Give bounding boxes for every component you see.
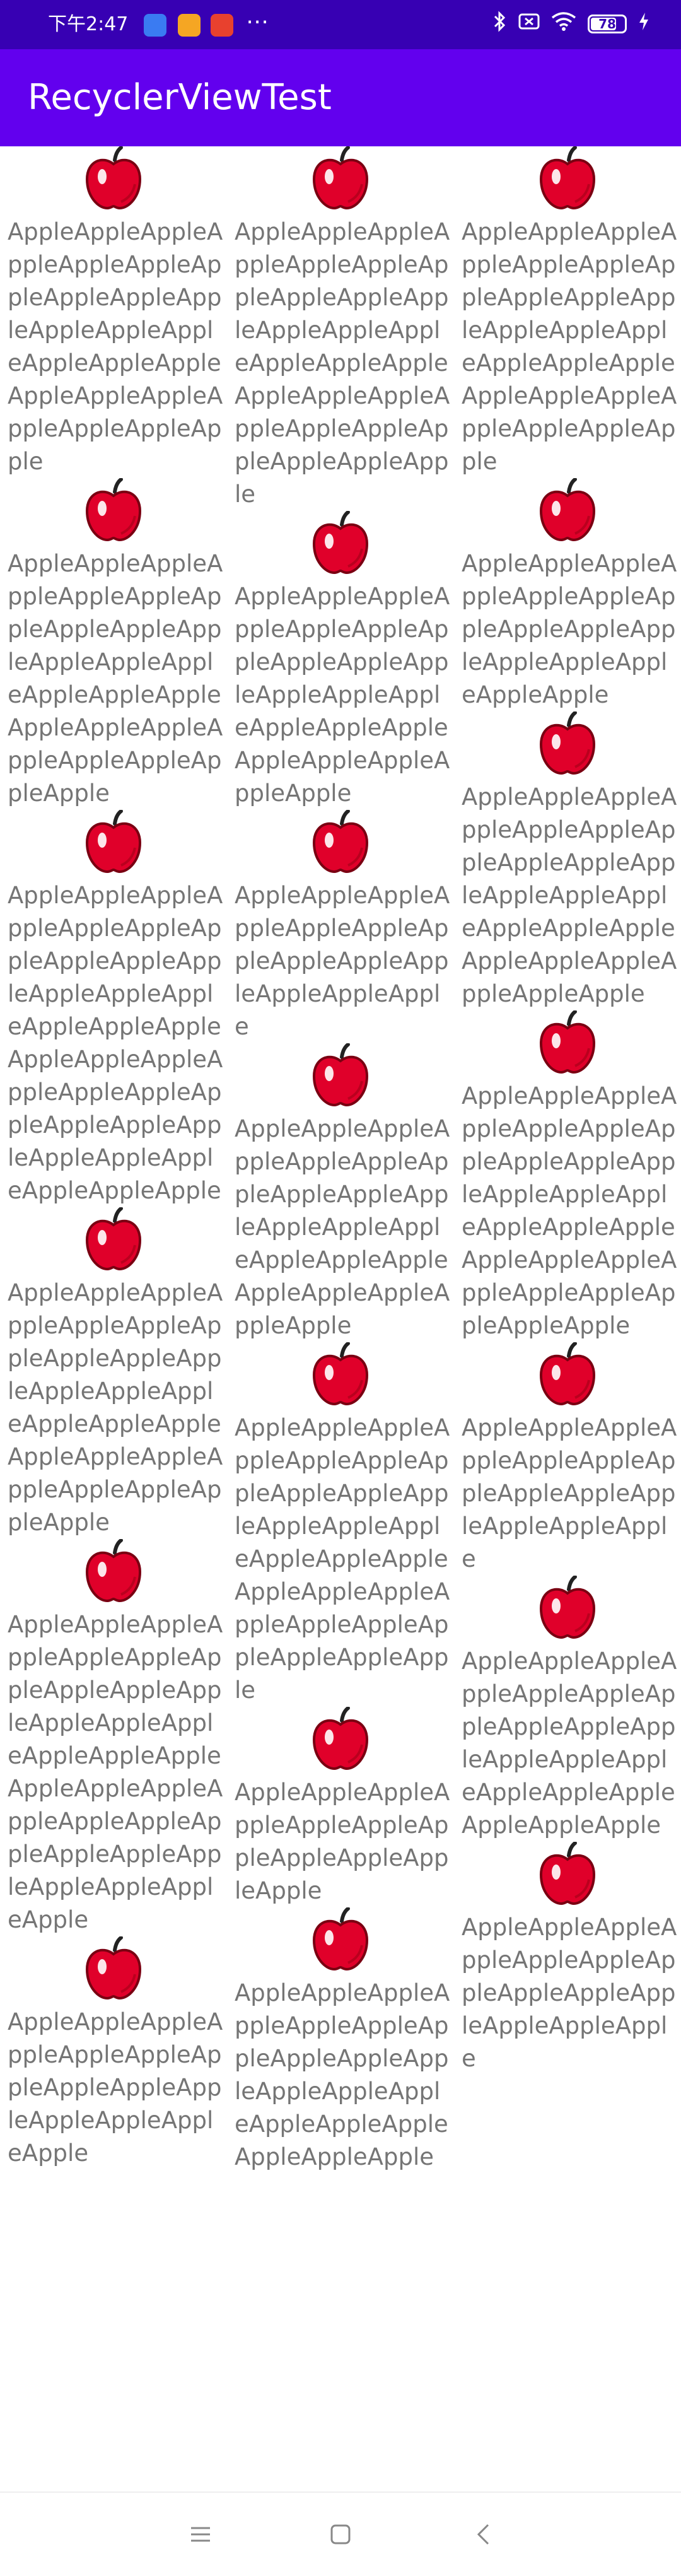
apple-icon <box>83 810 144 873</box>
list-item[interactable]: AppleAppleAppleAppleAppleAppleAppleApple… <box>454 1576 681 1842</box>
apple-icon <box>310 146 371 209</box>
battery-icon: 78 <box>588 15 627 33</box>
navigation-bar <box>0 2491 681 2576</box>
app-title: RecyclerViewTest <box>28 77 332 118</box>
app-bar: RecyclerViewTest <box>0 49 681 146</box>
status-icons: 78 <box>493 10 649 38</box>
bluetooth-icon <box>493 11 507 37</box>
list-item[interactable]: AppleAppleAppleAppleAppleAppleAppleApple… <box>227 1342 454 1707</box>
fruit-name: AppleAppleAppleAppleAppleAppleAppleApple… <box>235 218 450 508</box>
battery-level: 78 <box>598 16 616 32</box>
app-notification-icon-2 <box>178 14 201 37</box>
list-item[interactable]: AppleAppleAppleAppleAppleAppleAppleApple… <box>0 1936 227 2170</box>
fruit-name: AppleAppleAppleAppleAppleAppleAppleApple… <box>8 1279 223 1536</box>
fruit-name: AppleAppleAppleAppleAppleAppleAppleApple… <box>462 1648 677 1839</box>
fruit-name: AppleAppleAppleAppleAppleAppleAppleApple… <box>462 1414 677 1572</box>
apple-icon <box>537 1010 598 1074</box>
menu-icon[interactable] <box>182 2515 219 2553</box>
apple-icon <box>83 1539 144 1602</box>
fruit-name: AppleAppleAppleAppleAppleAppleAppleApple… <box>8 2008 223 2167</box>
list-item[interactable]: AppleAppleAppleAppleAppleAppleAppleApple… <box>454 1842 681 2075</box>
apple-icon <box>83 146 144 209</box>
list-item[interactable]: AppleAppleAppleAppleAppleAppleAppleApple… <box>227 1043 454 1342</box>
grid-column-3: AppleAppleAppleAppleAppleAppleAppleApple… <box>454 146 681 2075</box>
apple-icon <box>83 478 144 541</box>
charging-icon <box>638 12 649 36</box>
status-time: 下午2:47 <box>48 13 129 35</box>
apple-icon <box>310 1043 371 1106</box>
apple-icon <box>83 1207 144 1270</box>
fruit-name: AppleAppleAppleAppleAppleAppleAppleApple… <box>462 218 677 475</box>
fruit-name: AppleAppleAppleAppleAppleAppleAppleApple… <box>8 550 223 807</box>
list-item[interactable]: AppleAppleAppleAppleAppleAppleAppleApple… <box>0 1207 227 1539</box>
apple-icon <box>537 1576 598 1639</box>
list-item[interactable]: AppleAppleAppleAppleAppleAppleAppleApple… <box>0 1539 227 1936</box>
fruit-name: AppleAppleAppleAppleAppleAppleAppleApple… <box>235 1115 450 1339</box>
apple-icon <box>310 1342 371 1405</box>
fruit-name: AppleAppleAppleAppleAppleAppleAppleApple… <box>235 882 450 1040</box>
list-item[interactable]: AppleAppleAppleAppleAppleAppleAppleApple… <box>454 478 681 711</box>
wifi-icon <box>551 11 576 37</box>
fruit-name: AppleAppleAppleAppleAppleAppleAppleApple… <box>235 1979 450 2170</box>
list-item[interactable]: AppleAppleAppleAppleAppleAppleAppleApple… <box>227 810 454 1043</box>
list-item[interactable]: AppleAppleAppleAppleAppleAppleAppleApple… <box>454 1010 681 1342</box>
apple-icon <box>310 1707 371 1770</box>
apple-icon <box>537 146 598 209</box>
fruit-name: AppleAppleAppleAppleAppleAppleAppleApple… <box>462 1082 677 1339</box>
list-item[interactable]: AppleAppleAppleAppleAppleAppleAppleApple… <box>227 146 454 511</box>
list-item[interactable]: AppleAppleAppleAppleAppleAppleAppleApple… <box>0 146 227 478</box>
fruit-name: AppleAppleAppleAppleAppleAppleAppleApple… <box>235 1414 450 1704</box>
back-icon[interactable] <box>464 2515 502 2553</box>
apple-icon <box>310 810 371 873</box>
fruit-name: AppleAppleAppleAppleAppleAppleAppleApple… <box>8 218 223 475</box>
apple-icon <box>310 511 371 574</box>
apple-icon <box>537 1842 598 1905</box>
apple-icon <box>310 1907 371 1970</box>
apple-icon <box>83 1936 144 1999</box>
grid-column-1: AppleAppleAppleAppleAppleAppleAppleApple… <box>0 146 227 2170</box>
list-item[interactable]: AppleAppleAppleAppleAppleAppleAppleApple… <box>0 478 227 810</box>
status-bar: 下午2:47 ⋯ 78 <box>0 0 681 49</box>
list-item[interactable]: AppleAppleAppleAppleAppleAppleAppleApple… <box>454 1342 681 1576</box>
sim-icon <box>518 12 540 36</box>
apple-icon <box>537 1342 598 1405</box>
app-notification-icon-3 <box>211 14 233 37</box>
fruit-name: AppleAppleAppleAppleAppleAppleAppleApple… <box>8 882 223 1204</box>
list-item[interactable]: AppleAppleAppleAppleAppleAppleAppleApple… <box>227 1907 454 2174</box>
apple-icon <box>537 478 598 541</box>
fruit-name: AppleAppleAppleAppleAppleAppleAppleApple… <box>462 783 677 1007</box>
fruit-name: AppleAppleAppleAppleAppleAppleAppleApple… <box>462 1914 677 2072</box>
fruit-name: AppleAppleAppleAppleAppleAppleAppleApple… <box>235 583 450 807</box>
grid-column-2: AppleAppleAppleAppleAppleAppleAppleApple… <box>227 146 454 2174</box>
more-notifications-icon: ⋯ <box>246 9 270 35</box>
app-notification-icon-1 <box>144 14 166 37</box>
list-item[interactable]: AppleAppleAppleAppleAppleAppleAppleApple… <box>227 1707 454 1907</box>
list-item[interactable]: AppleAppleAppleAppleAppleAppleAppleApple… <box>227 511 454 810</box>
list-item[interactable]: AppleAppleAppleAppleAppleAppleAppleApple… <box>0 810 227 1207</box>
fruit-name: AppleAppleAppleAppleAppleAppleAppleApple… <box>235 1779 450 1904</box>
apple-icon <box>537 711 598 775</box>
fruit-name: AppleAppleAppleAppleAppleAppleAppleApple… <box>462 550 677 708</box>
list-item[interactable]: AppleAppleAppleAppleAppleAppleAppleApple… <box>454 711 681 1010</box>
recycler-view-grid[interactable]: AppleAppleAppleAppleAppleAppleAppleApple… <box>0 146 681 2491</box>
list-item[interactable]: AppleAppleAppleAppleAppleAppleAppleApple… <box>454 146 681 478</box>
fruit-name: AppleAppleAppleAppleAppleAppleAppleApple… <box>8 1611 223 1933</box>
home-icon[interactable] <box>322 2515 359 2553</box>
